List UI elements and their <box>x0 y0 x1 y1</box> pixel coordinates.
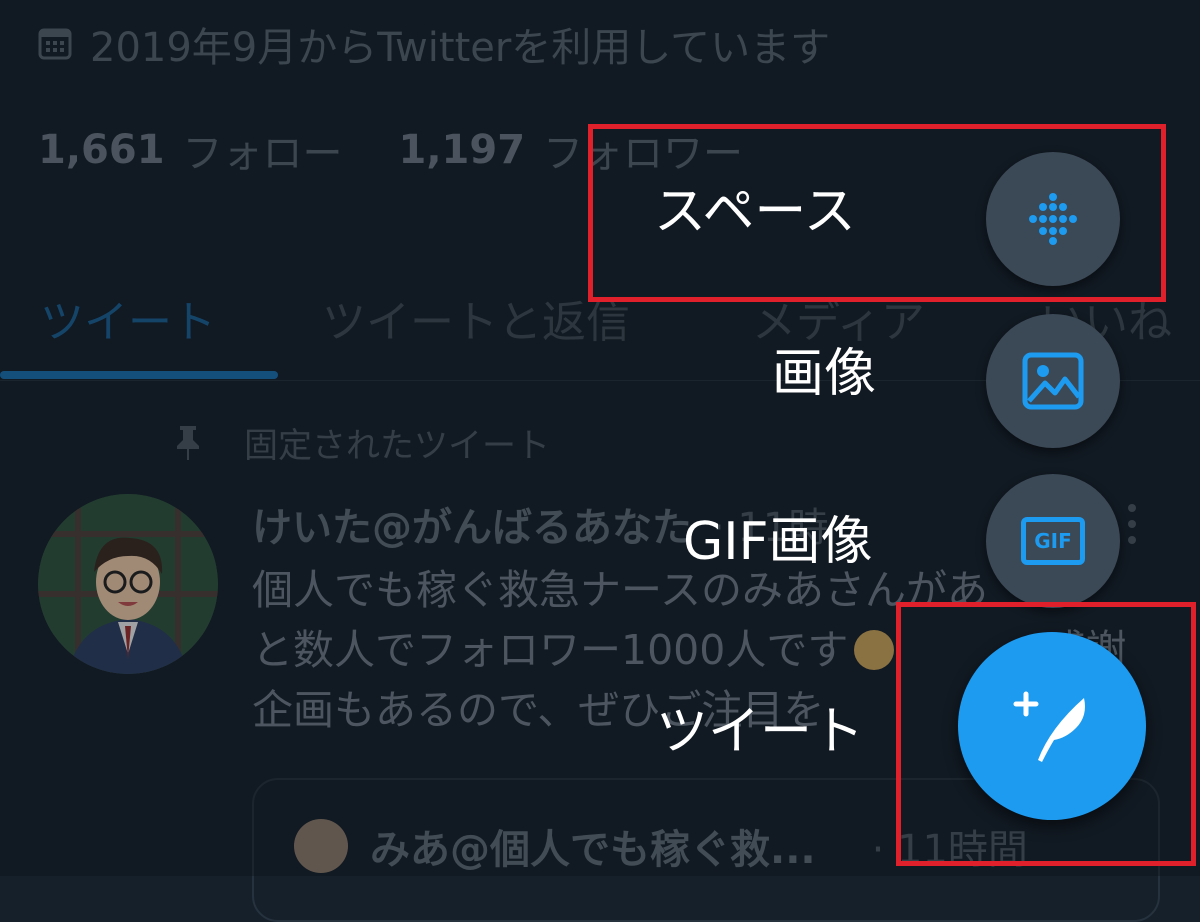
image-button[interactable] <box>986 314 1120 448</box>
image-label[interactable]: 画像 <box>772 348 876 400</box>
space-button[interactable] <box>986 152 1120 286</box>
image-icon <box>1022 352 1084 410</box>
spaces-icon <box>1029 193 1077 245</box>
gif-icon-text: GIF <box>1034 529 1072 553</box>
gif-button[interactable]: GIF <box>986 474 1120 608</box>
gif-label[interactable]: GIF画像 <box>683 516 873 568</box>
compose-feather-icon <box>1013 691 1085 762</box>
gif-icon: GIF <box>1021 517 1085 565</box>
tweet-label[interactable]: ツイート <box>656 706 864 758</box>
compose-tweet-button[interactable] <box>958 632 1146 820</box>
space-label[interactable]: スペース <box>654 186 856 238</box>
